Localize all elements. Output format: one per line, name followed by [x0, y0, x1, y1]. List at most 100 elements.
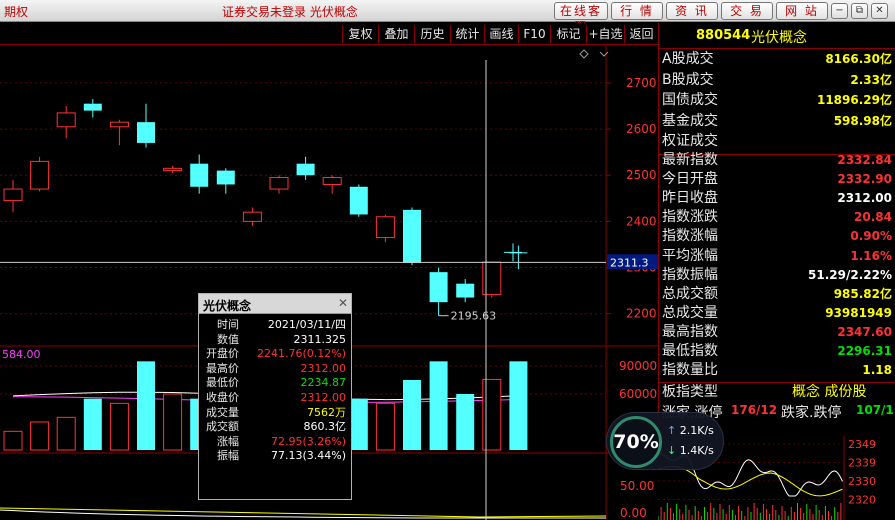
chart-toolbar: 复权 叠加 历史 统计 画线 F10 标记 +自选 返回 — [0, 23, 658, 45]
stat-value: 51.29/2.22% — [808, 267, 892, 282]
stat-row: 指数涨跌 20.84 — [659, 208, 895, 227]
mark-button[interactable]: 标记 — [550, 25, 586, 43]
down-limit-label: 跌家.跌停 — [781, 405, 842, 421]
indicator-line — [0, 507, 607, 518]
quote-header: 880544 光伏概念 — [659, 23, 895, 49]
stat-value: 598.98亿 — [833, 113, 892, 128]
stat-value: 2296.31 — [837, 344, 892, 358]
stat-label: 最低指数 — [662, 343, 718, 359]
stat-value: 2332.84 — [837, 153, 892, 167]
tooltip-label: 收盘价 — [206, 391, 239, 404]
upload-speed-value: 2.1K/s — [679, 424, 714, 437]
price-tick-label: 2700 — [626, 76, 657, 90]
tooltip-row: 最高价 2312.00 — [199, 362, 351, 377]
volume-bar-down — [456, 394, 475, 450]
arrow-up-icon: ↑ — [667, 424, 677, 437]
stat-label: 最新指数 — [662, 152, 718, 168]
volume-ma-label: 584.00 — [2, 348, 41, 361]
candle-body-down — [296, 163, 315, 176]
stat-label: 昨日收盘 — [662, 190, 718, 207]
candle-body-up — [109, 121, 129, 128]
tooltip-label: 数值 — [217, 332, 239, 346]
tooltip-row: 时间 2021/03/11/四 — [199, 318, 351, 333]
stat-value: 985.82亿 — [833, 286, 892, 301]
stat-value: 2347.60 — [837, 324, 892, 339]
stat-value: 0.90% — [850, 229, 892, 244]
volume-bar-down — [429, 361, 448, 450]
candle-body-down — [456, 283, 475, 298]
stat-label: 指数振幅 — [662, 266, 718, 283]
down-limit-value: 107/1 — [856, 403, 894, 417]
status-title: 证券交易未登录 光伏概念 — [222, 5, 358, 19]
add-watchlist-button[interactable]: +自选 — [586, 25, 624, 43]
tooltip-value: 2312.00 — [300, 391, 347, 404]
candle-body-down — [216, 170, 235, 185]
candle-body-up — [322, 177, 342, 185]
candles — [3, 99, 528, 316]
mini-tick-label: 2339 — [848, 457, 876, 470]
candle-body-down — [403, 209, 421, 263]
restore-icon[interactable]: ⧉ — [851, 3, 868, 19]
stat-value: 1.18 — [862, 363, 892, 378]
volume-bar-down — [137, 361, 155, 450]
stat-label: 指数量比 — [662, 362, 718, 379]
f10-button[interactable]: F10 — [518, 25, 550, 43]
tooltip-row: 收盘价 2312.00 — [199, 391, 351, 406]
draw-line-button[interactable]: 画线 — [484, 25, 518, 43]
download-speed: ↓ 1.4K/s — [667, 444, 714, 457]
overlay-button[interactable]: 叠加 — [378, 25, 414, 43]
tooltip-label: 振幅 — [217, 449, 239, 463]
window-title: 期权 — [4, 5, 29, 19]
volume-bar-up — [163, 393, 183, 451]
stat-row: 指数振幅 51.29/2.22% — [659, 266, 895, 285]
news-button[interactable]: 资 讯 — [666, 2, 718, 20]
candle-body-down — [349, 186, 368, 215]
mini-tick-label: 2320 — [848, 494, 876, 507]
upload-speed: ↑ 2.1K/s — [667, 424, 714, 437]
close-icon[interactable]: ✕ — [338, 296, 348, 310]
online-service-button[interactable]: 在线客服 — [554, 2, 608, 34]
stat-label: 最高指数 — [662, 323, 718, 340]
trade-button[interactable]: 交 易 — [721, 2, 773, 20]
candle-body-up — [242, 211, 262, 222]
crosshair-price: 2311.3 — [610, 256, 649, 269]
network-speed-widget[interactable]: 70% ↑ 2.1K/s ↓ 1.4K/s — [606, 412, 724, 470]
indicator-tick-label: 50.00 — [620, 479, 654, 493]
price-tick-label: 2400 — [626, 214, 657, 228]
volume-bar-up — [30, 421, 50, 451]
stat-row: 国债成交 11896.29亿 — [659, 91, 895, 110]
tooltip-row: 涨幅 72.95(3.26%) — [199, 435, 351, 450]
stat-label: 平均涨幅 — [662, 247, 718, 264]
close-icon[interactable]: ✕ — [871, 3, 888, 19]
back-button[interactable]: 返回 — [624, 25, 658, 43]
tooltip-label: 成交量 — [206, 405, 239, 419]
quote-button[interactable]: 行 情 — [611, 2, 663, 20]
website-button[interactable]: 网 站 — [776, 2, 828, 20]
speed-percent: 70% — [613, 431, 659, 453]
history-button[interactable]: 历史 — [414, 25, 450, 43]
price-tick-label: 2500 — [626, 168, 657, 182]
volume-tick-label: 60000 — [619, 387, 657, 401]
stat-label: 总成交额 — [662, 285, 718, 302]
stat-label: 权证成交 — [662, 133, 718, 150]
stat-row: 最新指数 2332.84 — [659, 151, 895, 170]
stat-row: 平均涨幅 1.16% — [659, 247, 895, 266]
statistics-button[interactable]: 统计 — [450, 25, 484, 43]
speed-gauge: 70% — [610, 416, 662, 468]
candle-body-up — [30, 160, 50, 190]
sector-type-label: 板指类型 — [662, 384, 718, 400]
index-code: 880544 — [696, 28, 751, 43]
arrow-down-icon: ↓ — [667, 444, 677, 457]
tooltip-value: 2021/03/11/四 — [267, 318, 346, 331]
volume-bar-down — [509, 361, 528, 450]
minimize-icon[interactable]: − — [831, 3, 848, 19]
tooltip-label: 最低价 — [206, 376, 239, 390]
stat-row: 最高指数 2347.60 — [659, 323, 895, 342]
fuquan-button[interactable]: 复权 — [342, 25, 378, 43]
diamond-icon — [579, 49, 589, 59]
sector-type-value[interactable]: 概念 成份股 — [792, 381, 866, 401]
price-tick-label: 2200 — [626, 307, 657, 321]
up-limit-value: 176/12 — [731, 403, 778, 417]
stat-label: 指数涨幅 — [662, 228, 718, 245]
price-tick-label: 2600 — [626, 122, 657, 136]
